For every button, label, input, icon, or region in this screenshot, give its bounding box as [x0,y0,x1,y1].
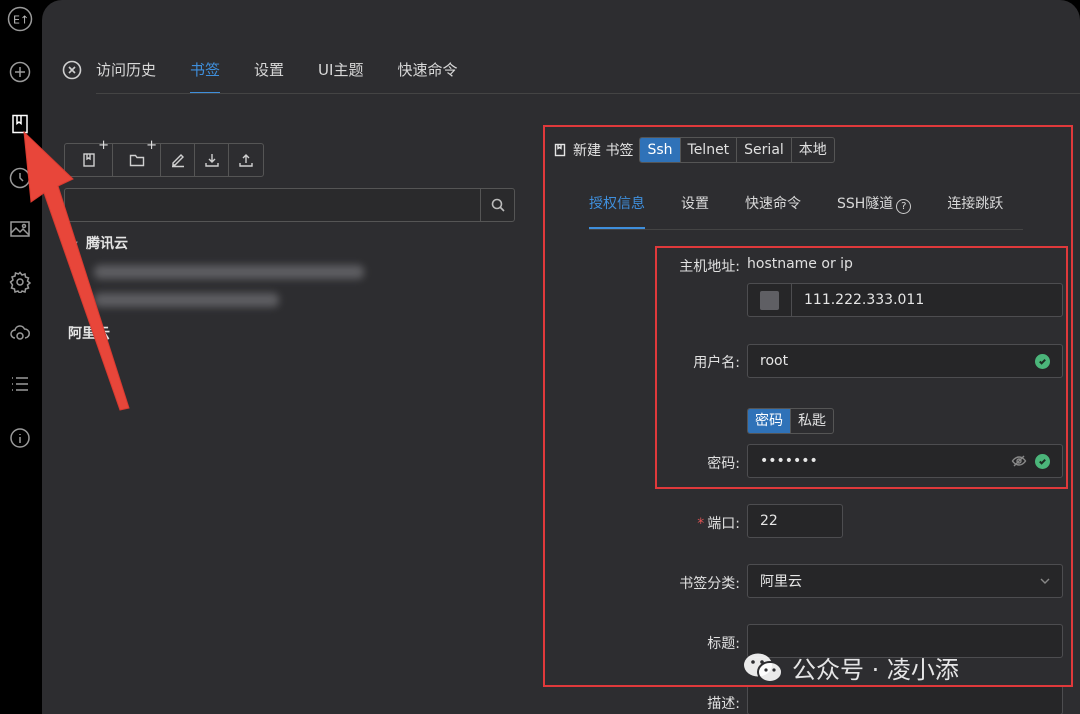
watermark-text: 公众号 · 凌小添 [792,656,959,684]
tab-settings[interactable]: 设置 [254,58,284,94]
bookmark-icon[interactable] [9,113,31,135]
download-icon [204,154,219,167]
blurred-bookmark-item[interactable] [94,265,364,279]
tree-group-label: 阿里云 [68,326,110,342]
upload-icon [239,154,253,167]
image-icon[interactable] [9,218,31,240]
bookmark-search [64,188,515,222]
new-bookmark-button[interactable]: + [65,138,113,176]
tab-quick-commands[interactable]: 快速命令 [397,58,457,94]
edit-icon [171,154,184,168]
search-icon [491,198,505,212]
sidebar: E↑ [0,0,42,714]
tree-group-tencent[interactable]: ▼ 腾讯云 [70,233,128,253]
list-icon[interactable] [9,373,31,395]
tabs-divider [96,93,1080,94]
plus-icon: + [146,138,157,153]
bookmark-toolbar: + + [64,138,264,177]
new-folder-button[interactable]: + [113,138,161,176]
cloud-sync-icon[interactable] [9,322,31,344]
export-button[interactable] [229,144,263,176]
tree-group-aliyun[interactable]: 阿里云 [68,323,110,343]
tree-group-label: 腾讯云 [86,236,128,252]
close-icon[interactable] [62,60,82,80]
tab-ui-theme[interactable]: UI主题 [318,58,363,94]
tab-bookmarks[interactable]: 书签 [190,58,221,94]
info-icon[interactable] [9,427,31,449]
settings-icon[interactable] [9,271,31,293]
history-icon[interactable] [9,167,31,189]
blurred-bookmark-item[interactable] [94,293,279,307]
top-tabs: 访问历史 书签 设置 UI主题 快速命令 [62,58,491,94]
description-label: 描述: [707,696,740,712]
caret-down-icon[interactable]: ▼ [70,240,86,251]
folder-add-icon [129,154,144,167]
annotation-box-auth [655,246,1068,489]
bookmark-add-icon [82,153,95,167]
add-circle-icon[interactable] [9,61,31,83]
import-button[interactable] [195,144,229,176]
svg-text:E↑: E↑ [13,14,29,27]
search-input[interactable] [65,189,480,221]
tab-history[interactable]: 访问历史 [96,58,156,94]
wechat-icon [742,651,784,685]
edit-button[interactable] [161,144,195,176]
description-field[interactable] [747,685,1063,714]
search-button[interactable] [480,189,514,221]
logo-icon[interactable]: E↑ [7,6,33,32]
plus-icon: + [98,138,109,153]
watermark: 公众号 · 凌小添 [742,650,959,685]
